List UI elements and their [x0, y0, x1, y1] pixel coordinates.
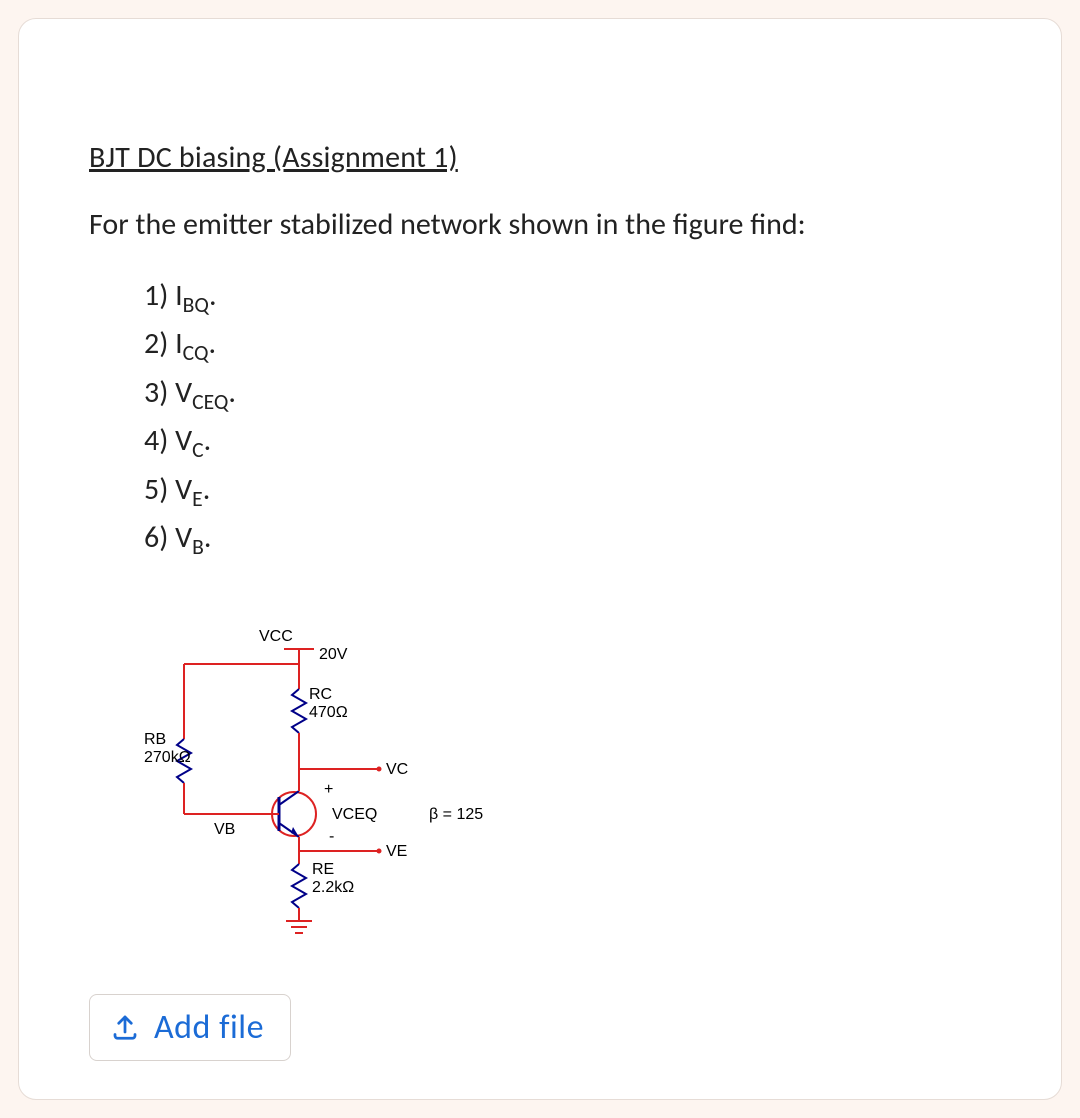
vceq-label: VCEQ [332, 806, 377, 823]
upload-icon [110, 1012, 140, 1042]
rc-value: 470Ω [309, 704, 348, 721]
rc-label: RC [309, 686, 332, 703]
plus-label: + [324, 781, 333, 798]
beta-label: β = 125 [429, 806, 483, 823]
assignment-title: BJT DC biasing (Assignment 1) [89, 139, 991, 176]
list-item: 2) ICQ. [144, 321, 991, 369]
list-item: 3) VCEQ. [144, 370, 991, 418]
add-file-label: Add file [154, 1007, 264, 1048]
question-items: 1) IBQ. 2) ICQ. 3) VCEQ. 4) VC. 5) VE. 6… [144, 273, 991, 564]
question-prompt: For the emitter stabilized network shown… [89, 206, 991, 243]
vcc-label: VCC [259, 628, 293, 645]
minus-label: - [329, 828, 334, 845]
vb-label: VB [214, 821, 235, 838]
rb-label: RB [144, 731, 166, 748]
vc-label: VC [386, 761, 408, 778]
ve-label: VE [386, 843, 407, 860]
list-item: 5) VE. [144, 467, 991, 515]
add-file-button[interactable]: Add file [89, 994, 291, 1061]
list-item: 1) IBQ. [144, 273, 991, 321]
list-item: 4) VC. [144, 418, 991, 466]
list-item: 6) VB. [144, 515, 991, 563]
vcc-value: 20V [319, 646, 348, 663]
question-card: BJT DC biasing (Assignment 1) For the em… [18, 18, 1062, 1100]
re-value: 2.2kΩ [312, 879, 354, 896]
circuit-svg: VCC 20V RC 470Ω RB 270kΩ VB [134, 619, 554, 949]
re-label: RE [312, 861, 334, 878]
rb-value: 270kΩ [144, 749, 191, 766]
circuit-diagram: VCC 20V RC 470Ω RB 270kΩ VB [134, 619, 991, 954]
